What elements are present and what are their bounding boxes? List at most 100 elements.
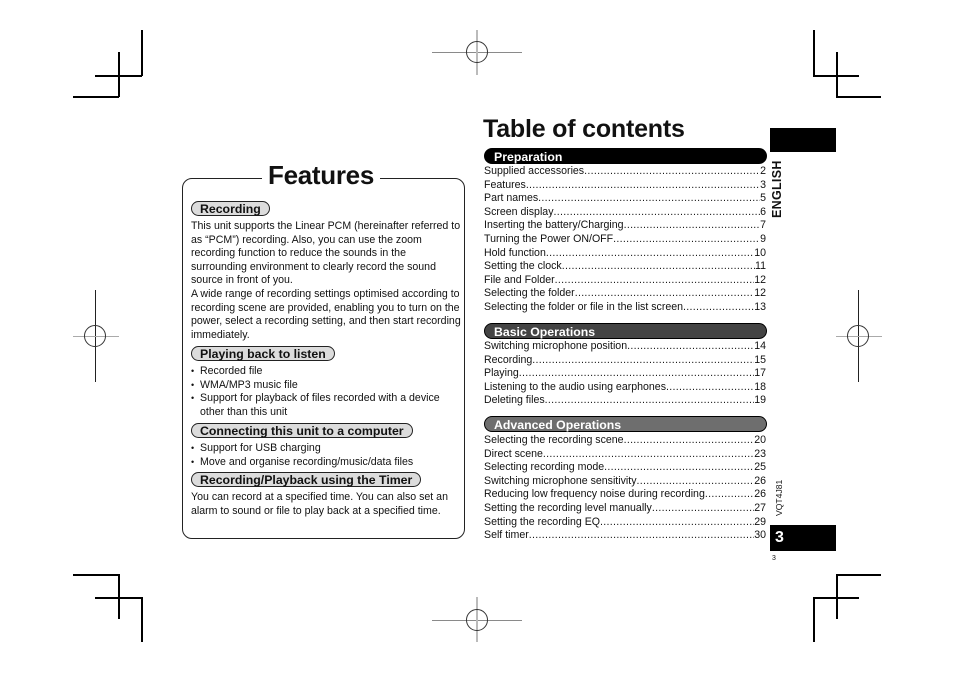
toc-entry-title: Setting the recording level manually bbox=[484, 501, 652, 514]
toc-leader-dots bbox=[546, 247, 754, 261]
toc-leader-dots bbox=[652, 502, 754, 516]
toc-entry-page: 12 bbox=[754, 287, 766, 300]
feature-section-computer: Connecting this unit to a computer Suppo… bbox=[191, 422, 461, 469]
toc-entry-title: Selecting recording mode bbox=[484, 461, 605, 474]
toc-entry-title: Recording bbox=[484, 353, 533, 366]
toc-entry-title: File and Folder bbox=[484, 273, 555, 286]
feature-heading: Recording/Playback using the Timer bbox=[191, 472, 422, 487]
toc-leader-dots bbox=[554, 206, 761, 220]
toc-title: Table of contents bbox=[483, 115, 685, 143]
toc-leader-dots bbox=[519, 367, 754, 381]
toc-leader-dots bbox=[604, 461, 754, 475]
toc-leader-dots bbox=[624, 434, 755, 448]
feature-paragraph: A wide range of recording settings optim… bbox=[191, 287, 461, 341]
toc-entry[interactable]: Selecting the folder or file in the list… bbox=[484, 301, 766, 315]
toc-leader-dots bbox=[600, 516, 754, 530]
toc-leader-dots bbox=[584, 165, 760, 179]
toc-entry-page: 11 bbox=[755, 260, 766, 273]
toc-leader-dots bbox=[538, 192, 760, 206]
toc-entry[interactable]: Inserting the battery/Charging 7 bbox=[484, 219, 766, 233]
toc-entry-page: 26 bbox=[754, 488, 766, 501]
toc-entry[interactable]: Part names 5 bbox=[484, 192, 766, 206]
feature-bullet: Recorded file bbox=[191, 365, 461, 379]
toc-entry[interactable]: Selecting the folder 12 bbox=[484, 287, 766, 301]
toc-entry-page: 6 bbox=[760, 205, 766, 218]
toc-entry[interactable]: File and Folder 12 bbox=[484, 274, 766, 288]
toc-entry-title: Direct scene bbox=[484, 447, 543, 460]
toc-entry[interactable]: Recording 15 bbox=[484, 354, 766, 368]
toc-entry-title: Selecting the folder bbox=[484, 287, 575, 300]
feature-section-recording: Recording This unit supports the Linear … bbox=[191, 200, 461, 342]
toc-entry-title: Deleting files bbox=[484, 394, 545, 407]
toc-entry[interactable]: Self timer 30 bbox=[484, 529, 766, 543]
toc-leader-dots bbox=[526, 179, 760, 193]
toc-entry[interactable]: Hold function 10 bbox=[484, 247, 766, 261]
toc-entry-title: Listening to the audio using earphones bbox=[484, 380, 666, 393]
feature-section-playing: Playing back to listen Recorded file WMA… bbox=[191, 345, 461, 419]
toc-entry-page: 3 bbox=[760, 178, 766, 191]
toc-entry-title: Turning the Power ON/OFF bbox=[484, 232, 614, 245]
page-number: 3 bbox=[772, 555, 776, 562]
toc-entry-page: 18 bbox=[754, 380, 766, 393]
feature-bullet: Support for USB charging bbox=[191, 442, 461, 456]
toc-list-preparation: Supplied accessories2Features 3Part names… bbox=[484, 165, 766, 315]
toc-entry[interactable]: Setting the clock 11 bbox=[484, 260, 766, 274]
feature-paragraph: This unit supports the Linear PCM (herei… bbox=[191, 220, 461, 287]
toc-entry[interactable]: Selecting recording mode 25 bbox=[484, 461, 766, 475]
toc-entry-title: Self timer bbox=[484, 529, 529, 542]
toc-entry[interactable]: Switching microphone sensitivity 26 bbox=[484, 475, 766, 489]
toc-entry-title: Setting the recording EQ bbox=[484, 515, 601, 528]
toc-section-heading: Preparation bbox=[484, 148, 767, 164]
features-title: Features bbox=[262, 158, 380, 192]
toc-entry[interactable]: Features 3 bbox=[484, 179, 766, 193]
toc-entry[interactable]: Turning the Power ON/OFF 9 bbox=[484, 233, 766, 247]
toc-leader-dots bbox=[627, 340, 754, 354]
toc-leader-dots bbox=[613, 233, 760, 247]
toc-entry[interactable]: Screen display 6 bbox=[484, 206, 766, 220]
toc-entry-title: Hold function bbox=[484, 246, 546, 259]
toc-entry-page: 17 bbox=[754, 367, 766, 380]
toc-entry-page: 29 bbox=[754, 515, 766, 528]
toc-entry[interactable]: Selecting the recording scene 20 bbox=[484, 434, 766, 448]
feature-bullet: Support for playback of files recorded w… bbox=[191, 392, 461, 419]
toc-leader-dots bbox=[545, 394, 755, 408]
toc-list-basic-operations: Switching microphone position 14 Recording… bbox=[484, 340, 766, 408]
toc-entry-title: Playing bbox=[484, 367, 519, 380]
language-label: ENGLISH bbox=[770, 160, 784, 218]
toc-entry-title: Selecting the recording scene bbox=[484, 434, 624, 446]
toc-leader-dots bbox=[683, 301, 754, 315]
toc-entry-page: 14 bbox=[754, 340, 766, 352]
toc-leader-dots bbox=[637, 475, 755, 489]
toc-entry-page: 7 bbox=[760, 219, 766, 232]
toc-leader-dots bbox=[575, 287, 755, 301]
toc-entry-title: Switching microphone sensitivity bbox=[484, 474, 637, 487]
toc-entry[interactable]: Switching microphone position 14 bbox=[484, 340, 766, 354]
toc-list-advanced-operations: Selecting the recording scene 20 Direct sc… bbox=[484, 434, 766, 543]
document-code: VQT4J81 bbox=[774, 479, 784, 516]
toc-leader-dots bbox=[529, 529, 754, 543]
toc-entry[interactable]: Direct scene 23 bbox=[484, 448, 766, 462]
toc-entry-page: 25 bbox=[754, 461, 766, 474]
toc-leader-dots bbox=[543, 448, 754, 462]
toc-entry[interactable]: Supplied accessories 2 bbox=[484, 165, 766, 179]
toc-entry-page: 19 bbox=[754, 394, 766, 407]
page-tab-number: 3 bbox=[775, 529, 784, 546]
toc-entry-title: Inserting the battery/Charging bbox=[484, 219, 624, 232]
toc-entry[interactable]: Setting the recording level manually 27 bbox=[484, 502, 766, 516]
toc-leader-dots bbox=[562, 260, 755, 274]
feature-paragraph: You can record at a specified time. You … bbox=[191, 491, 448, 517]
toc-leader-dots bbox=[624, 219, 761, 233]
toc-section-heading: Basic Operations bbox=[484, 323, 767, 339]
feature-section-timer: Recording/Playback using the Timer You c… bbox=[191, 471, 461, 518]
toc-entry[interactable]: Playing 17 bbox=[484, 367, 766, 381]
toc-entry[interactable]: Setting the recording EQ 29 bbox=[484, 516, 766, 530]
language-tab bbox=[770, 128, 836, 152]
toc-entry-page: 10 bbox=[754, 246, 766, 259]
toc-entry-page: 2 bbox=[760, 165, 766, 177]
toc-entry[interactable]: Reducing low frequency noise during reco… bbox=[484, 488, 766, 502]
toc-entry-title: Features bbox=[484, 178, 526, 191]
toc-entry[interactable]: Deleting files 19 bbox=[484, 394, 766, 408]
toc-entry[interactable]: Listening to the audio using earphones 18 bbox=[484, 381, 766, 395]
toc-entry-page: 27 bbox=[754, 501, 766, 514]
toc-entry-page: 30 bbox=[754, 529, 766, 542]
